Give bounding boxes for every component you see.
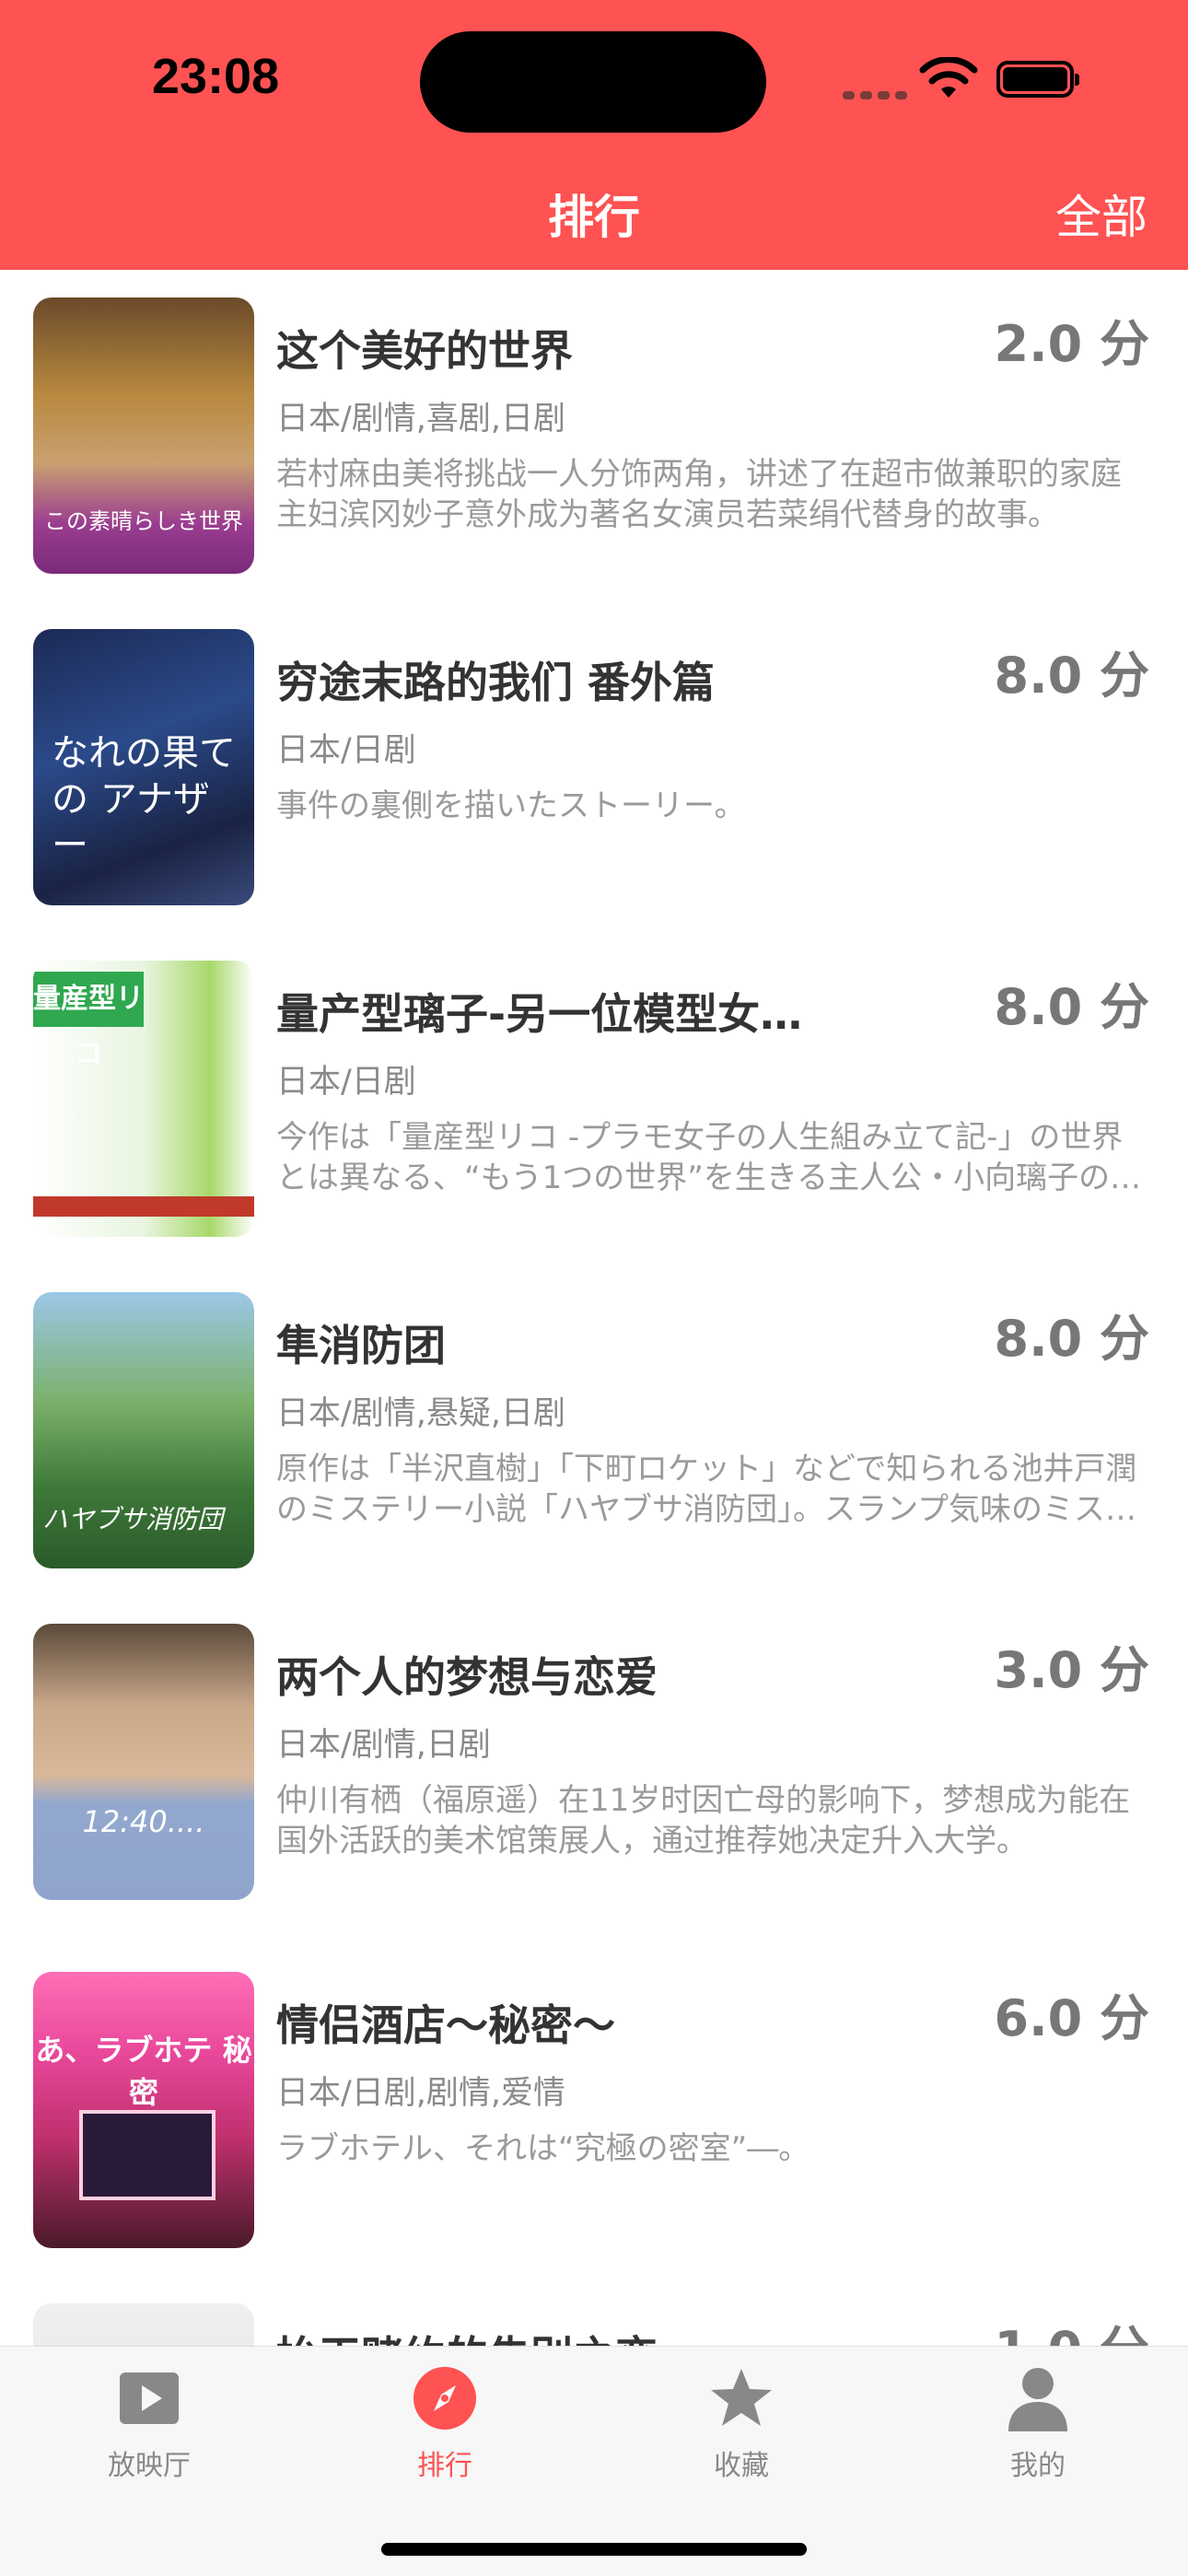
cellular-signal-icon [843,86,913,103]
item-score: 3.0 分 [994,1641,1149,1699]
item-title: 隼消防团 [276,1321,446,1370]
tab-label: 我的 [1010,2450,1066,2482]
item-title: 这个美好的世界 [276,326,573,376]
tab-ranking[interactable]: 排行 [353,2365,537,2483]
item-description: 原作は「半沢直樹」「下町ロケット」などで知られる池井戸潤のミステリー小説「ハヤブ… [276,1451,1137,1528]
tab-profile[interactable]: 我的 [946,2365,1130,2483]
all-filter-button[interactable]: 全部 [1055,181,1147,247]
compass-icon [413,2367,476,2430]
page-title: 排行 [548,191,640,244]
tab-label: 放映厅 [108,2450,191,2482]
poster-image: なれの果ての アナザー [33,629,254,905]
item-title: 情侣酒店～秘密～ [276,2000,615,2050]
poster-image: 量産型リコ [33,961,254,1237]
list-item[interactable]: なれの果ての アナザー 穷途末路的我们 番外篇 8.0 分 日本/日剧 事件の裏… [0,601,1188,933]
item-genre: 日本/剧情,悬疑,日剧 [276,1395,566,1432]
list-item[interactable]: この素晴らしき世界 这个美好的世界 2.0 分 日本/剧情,喜剧,日剧 若村麻由… [0,270,1188,601]
item-genre: 日本/剧情,喜剧,日剧 [276,401,566,437]
poster-image [33,2303,254,2346]
item-score: 2.0 分 [994,315,1149,373]
item-description: 仲川有栖（福原遥）在11岁时因亡母的影响下，梦想成为能在国外活跃的美术馆策展人，… [276,1782,1131,1859]
item-description: 若村麻由美将挑战一人分饰两角，讲述了在超市做兼职的家庭主妇滨冈妙子意外成为著名女… [276,456,1122,533]
tab-bar: 放映厅 排行 收藏 我的 [0,2346,1188,2576]
tab-theater[interactable]: 放映厅 [57,2365,241,2483]
poster-image: この素晴らしき世界 [33,297,254,574]
poster-image: あ、ラブホテ 秘密 [33,1972,254,2248]
home-indicator[interactable] [381,2543,807,2556]
tab-label: 排行 [417,2450,472,2482]
item-description: 事件の裏側を描いたストーリー。 [276,787,746,824]
item-genre: 日本/日剧 [276,732,416,769]
list-item[interactable]: ハヤブサ消防団 隼消防团 8.0 分 日本/剧情,悬疑,日剧 原作は「半沢直樹」… [0,1265,1188,1596]
item-description: ラブホテル、それは“究極の密室”―。 [276,2130,810,2167]
star-icon [711,2369,772,2426]
item-score: 8.0 分 [994,1310,1149,1368]
item-score: 8.0 分 [994,978,1149,1036]
item-title: 量产型璃子-另一位模型女子的人生组装记 [276,989,810,1039]
item-title: 两个人的梦想与恋爱 [276,1652,658,1702]
play-icon [120,2372,179,2424]
person-icon [1008,2368,1067,2431]
item-title: 穷途末路的我们 番外篇 [276,658,716,707]
battery-icon [996,61,1079,98]
list-item[interactable]: あ、ラブホテ 秘密 情侣酒店～秘密～ 6.0 分 日本/日剧,剧情,爱情 ラブホ… [0,1944,1188,2276]
ranking-list[interactable]: この素晴らしき世界 这个美好的世界 2.0 分 日本/剧情,喜剧,日剧 若村麻由… [0,270,1188,2346]
item-genre: 日本/日剧 [276,1064,416,1101]
list-item[interactable]: 量産型リコ 量产型璃子-另一位模型女子的人生组装记 8.0 分 日本/日剧 今作… [0,933,1188,1265]
dynamic-island [420,31,766,133]
wifi-icon [919,57,978,98]
item-score: 6.0 分 [994,1989,1149,2047]
item-description: 今作は「量産型リコ -プラモ女子の人生組み立て記-」の世界とは異なる、“もう1つ… [276,1119,1142,1196]
item-score: 8.0 分 [994,647,1149,705]
status-time: 23:08 [152,49,280,104]
item-genre: 日本/日剧,剧情,爱情 [276,2075,566,2112]
item-title: 抬干赌约的告别之恋 [276,2324,658,2346]
list-item[interactable]: 抬干赌约的告别之恋 1.0 分 [0,2276,1188,2346]
poster-image: ハヤブサ消防団 [33,1292,254,1568]
list-item[interactable]: 12:40.... 两个人的梦想与恋爱 3.0 分 日本/剧情,日剧 仲川有栖（… [0,1596,1188,1928]
tab-favorites[interactable]: 收藏 [649,2365,833,2483]
item-score: 1.0 分 [995,2309,1149,2346]
item-genre: 日本/剧情,日剧 [276,1727,491,1764]
tab-label: 收藏 [714,2450,769,2482]
poster-image: 12:40.... [33,1624,254,1900]
header-bar: 23:08 排行 全部 [0,0,1188,270]
